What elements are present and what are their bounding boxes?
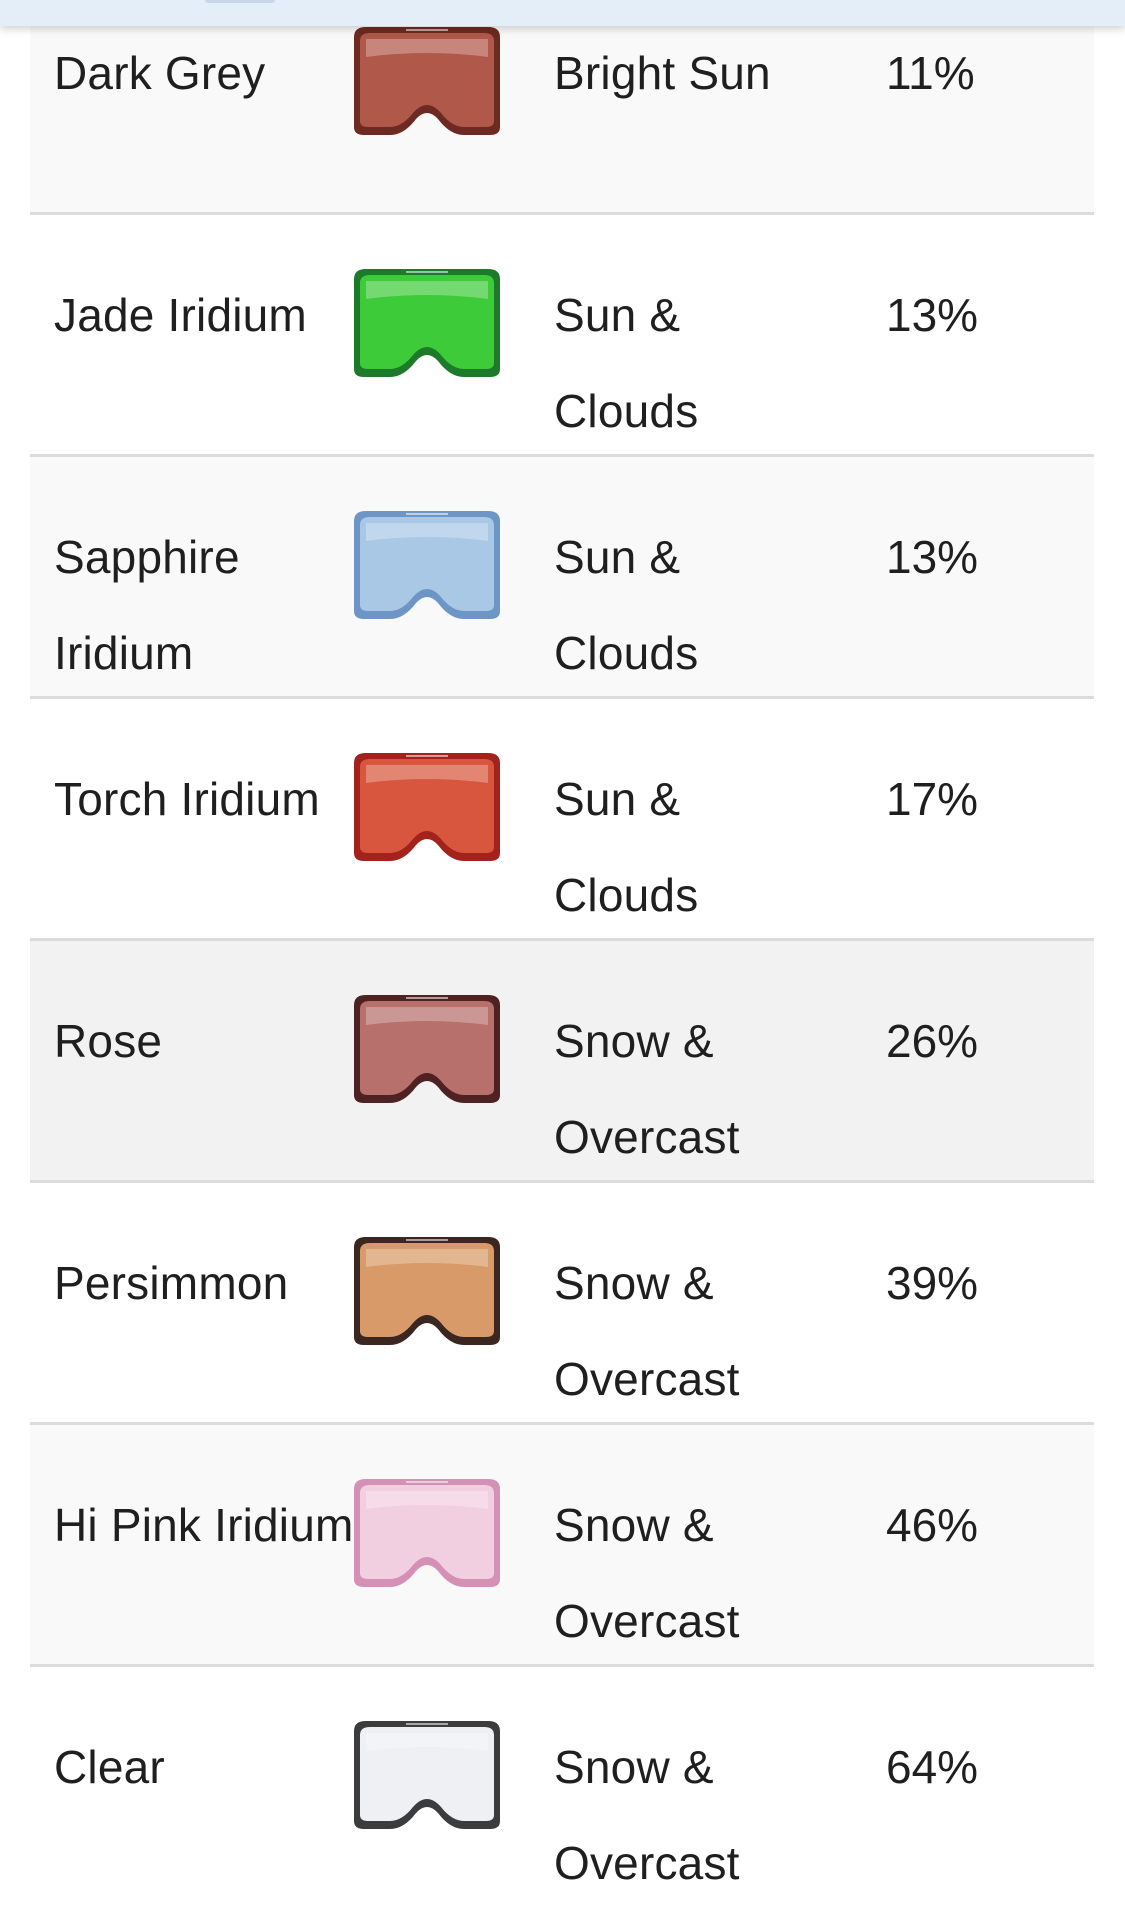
- light-transmission: 26%: [886, 1015, 979, 1067]
- lens-name: Hi Pink Iridium: [54, 1499, 354, 1551]
- light-transmission: 17%: [886, 773, 979, 825]
- lens-name: Persimmon: [54, 1257, 289, 1309]
- goggle-lens-image: [346, 991, 508, 1115]
- goggle-lens-image: [346, 749, 508, 873]
- table-row: Rose Snow & Overcast 26%: [30, 941, 1094, 1183]
- lens-comparison-table: Dark Grey Bright Sun 11% Jade Iridium Su…: [30, 0, 1094, 1927]
- goggle-lens-image: [346, 507, 508, 631]
- light-transmission: 13%: [886, 531, 979, 583]
- light-transmission: 64%: [886, 1741, 979, 1793]
- light-conditions: Snow & Overcast: [554, 1499, 740, 1647]
- table-row: Persimmon Snow & Overcast 39%: [30, 1183, 1094, 1425]
- goggle-lens-graphic: [354, 269, 500, 377]
- goggle-lens-graphic: [354, 511, 500, 619]
- goggle-lens-graphic: [354, 27, 500, 135]
- lens-name: Rose: [54, 1015, 163, 1067]
- goggle-lens-image: [346, 1717, 508, 1841]
- lens-name: Sapphire Iridium: [54, 531, 240, 679]
- light-transmission: 46%: [886, 1499, 979, 1551]
- goggle-lens-graphic: [354, 753, 500, 861]
- goggle-lens-graphic: [354, 1479, 500, 1587]
- table-row: Clear Snow & Overcast 64%: [30, 1667, 1094, 1927]
- lens-name: Clear: [54, 1741, 165, 1793]
- goggle-lens-image: [346, 1475, 508, 1599]
- light-conditions: Sun & Clouds: [554, 289, 699, 437]
- goggle-lens-image: [346, 265, 508, 389]
- light-conditions: Bright Sun: [554, 47, 771, 99]
- light-conditions: Sun & Clouds: [554, 531, 699, 679]
- browser-top-bar: [0, 0, 1125, 26]
- goggle-lens-graphic: [354, 1721, 500, 1829]
- light-transmission: 11%: [886, 47, 975, 99]
- goggle-lens-image: [346, 1233, 508, 1357]
- table-row: Hi Pink Iridium Snow & Overcast 46%: [30, 1425, 1094, 1667]
- light-conditions: Snow & Overcast: [554, 1741, 740, 1889]
- table-row: Jade Iridium Sun & Clouds 13%: [30, 215, 1094, 457]
- lens-name: Torch Iridium: [54, 773, 320, 825]
- lens-name: Jade Iridium: [54, 289, 307, 341]
- goggle-lens-graphic: [354, 1237, 500, 1345]
- light-transmission: 13%: [886, 289, 979, 341]
- lens-name: Dark Grey: [54, 47, 266, 99]
- tab-indicator: [205, 0, 275, 3]
- goggle-lens-graphic: [354, 995, 500, 1103]
- light-conditions: Snow & Overcast: [554, 1015, 740, 1163]
- light-conditions: Snow & Overcast: [554, 1257, 740, 1405]
- table-row: Torch Iridium Sun & Clouds 17%: [30, 699, 1094, 941]
- table-row: Sapphire Iridium Sun & Clouds 13%: [30, 457, 1094, 699]
- light-conditions: Sun & Clouds: [554, 773, 699, 921]
- goggle-lens-image: [346, 23, 508, 147]
- table-row: Dark Grey Bright Sun 11%: [30, 0, 1094, 215]
- light-transmission: 39%: [886, 1257, 979, 1309]
